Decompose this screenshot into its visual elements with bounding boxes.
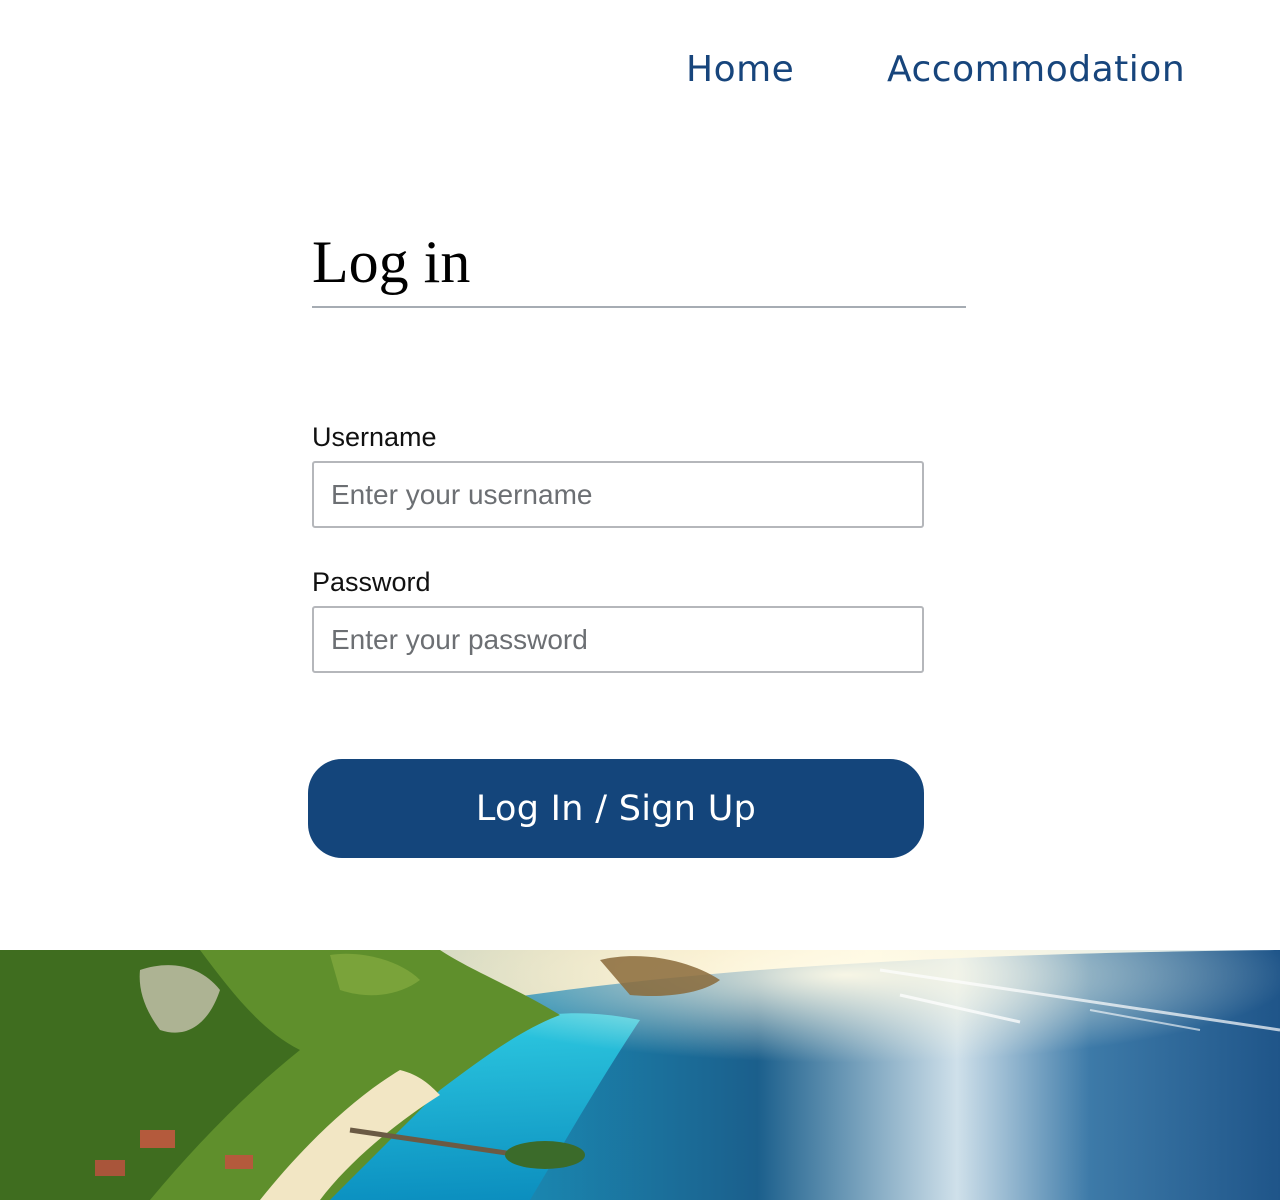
username-input[interactable]	[312, 461, 924, 528]
username-label: Username	[312, 422, 437, 452]
hero-image	[0, 950, 1280, 1200]
login-signup-button[interactable]: Log In / Sign Up	[308, 759, 924, 858]
password-label: Password	[312, 567, 431, 597]
title-divider	[312, 306, 966, 308]
nav-link-accommodation[interactable]: Accommodation	[887, 46, 1185, 94]
page-title: Log in	[312, 229, 471, 295]
password-input[interactable]	[312, 606, 924, 673]
nav-link-home[interactable]: Home	[686, 46, 794, 94]
